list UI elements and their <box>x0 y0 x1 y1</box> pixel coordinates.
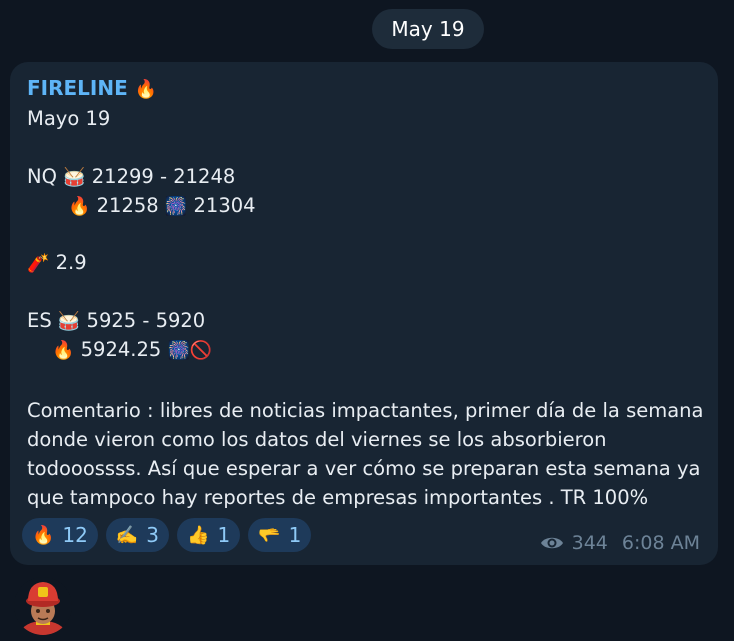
reaction-count: 12 <box>62 523 88 547</box>
fire-icon: 🔥 <box>52 340 75 361</box>
nq-symbol: NQ <box>27 165 57 188</box>
date-separator-label: May 19 <box>391 17 465 41</box>
nq-burst-value: 21304 <box>193 194 256 217</box>
no-entry-icon: 🚫 <box>189 340 213 361</box>
eye-icon <box>540 537 563 549</box>
fire-icon: 🔥 <box>134 79 158 100</box>
dynamite-value: 2.9 <box>55 251 87 274</box>
date-line: Mayo 19 <box>27 107 111 130</box>
writing-hand-icon: ✍️ <box>115 524 139 546</box>
avatar-image <box>14 577 72 635</box>
nq-range-line: NQ 🥁 21299 - 21248 <box>27 165 235 188</box>
fireworks-icon: 🎆 <box>167 340 190 361</box>
drum-icon: 🥁 <box>57 311 81 332</box>
nq-levels-line: 🔥 21258 🎆 21304 <box>68 194 256 217</box>
message-time: 6:08 AM <box>621 532 700 554</box>
fire-icon: 🔥 <box>32 524 55 546</box>
message-bubble[interactable]: FIRELINE 🔥 Mayo 19 NQ 🥁 21299 - 21248 🔥 … <box>10 62 718 565</box>
reaction-count: 3 <box>146 523 160 547</box>
pointing-hand-icon: 🫳 <box>258 524 281 546</box>
reaction-count: 1 <box>288 523 302 547</box>
es-range: 5925 - 5920 <box>86 309 206 332</box>
view-count: 344 <box>571 532 608 554</box>
es-symbol: ES <box>27 309 52 332</box>
reaction-fire[interactable]: 🔥 12 <box>22 518 98 552</box>
reaction-thumbs-up[interactable]: 👍 1 <box>177 518 241 552</box>
es-fire-value: 5924.25 <box>80 338 162 361</box>
dynamite-line: 🧨 2.9 <box>27 251 87 274</box>
author-label: FIRELINE <box>27 76 128 100</box>
es-range-line: ES 🥁 5925 - 5920 <box>27 309 205 332</box>
date-separator[interactable]: May 19 <box>372 9 484 49</box>
reaction-count: 1 <box>217 523 231 547</box>
message-meta: 344 6:08 AM <box>540 532 700 554</box>
reaction-pointing-hand[interactable]: 🫳 1 <box>248 518 312 552</box>
drum-icon: 🥁 <box>63 167 86 188</box>
author-name[interactable]: FIRELINE 🔥 <box>27 76 157 100</box>
nq-fire-value: 21258 <box>96 194 159 217</box>
comment-text: Comentario : libres de noticias impactan… <box>27 399 704 509</box>
nq-range: 21299 - 21248 <box>91 165 236 188</box>
fire-icon: 🔥 <box>68 196 91 217</box>
reactions-bar: 🔥 12 ✍️ 3 👍 1 🫳 1 <box>22 518 319 552</box>
es-levels-line: 🔥 5924.25 🎆🚫 <box>52 338 212 361</box>
reaction-writing-hand[interactable]: ✍️ 3 <box>105 518 170 552</box>
thumbs-up-icon: 👍 <box>187 524 210 546</box>
firefighter-avatar[interactable] <box>14 577 72 635</box>
dynamite-icon: 🧨 <box>27 253 50 274</box>
fireworks-icon: 🎆 <box>164 196 188 217</box>
